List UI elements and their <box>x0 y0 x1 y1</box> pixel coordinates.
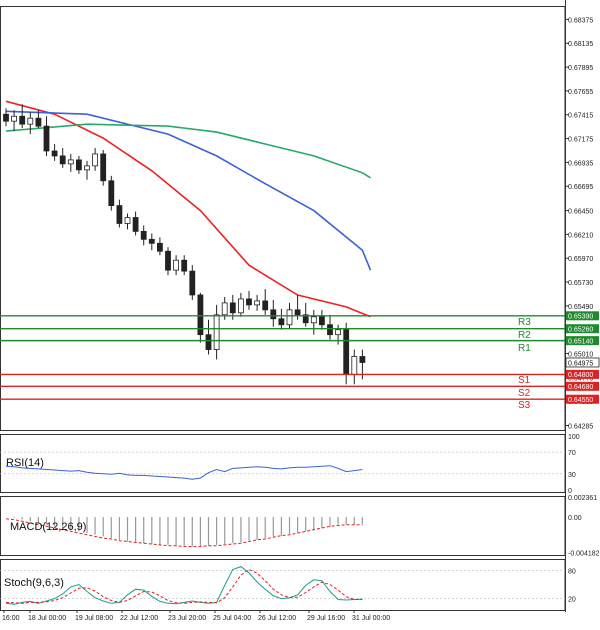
macd-label: MACD(12,26,9) <box>10 521 86 533</box>
rsi-pane-frame <box>0 434 566 493</box>
price-axis-tick-label: 0.67175 <box>568 137 593 144</box>
candle-bearish <box>116 205 123 224</box>
time-axis-tick-label: 19 Jul 08:00 <box>75 615 113 622</box>
price-axis-tick-label: 0.68375 <box>568 17 593 24</box>
level-name-s1: S1 <box>518 375 531 386</box>
level-price-label: 0.64550 <box>568 397 593 404</box>
price-axis-tick-label: 0.66210 <box>568 232 593 239</box>
current-price-label: 0.64975 <box>568 360 593 367</box>
level-price-label: 0.65140 <box>568 338 593 345</box>
candle-bearish <box>318 316 325 326</box>
candle-bearish <box>108 180 115 206</box>
candle-bullish <box>254 300 261 306</box>
candle-bullish <box>335 329 342 336</box>
stoch-pane-frame <box>0 559 566 611</box>
stoch-axis-tick-label: 80 <box>568 568 576 575</box>
candle-bullish <box>173 259 180 271</box>
rsi-axis-tick-label: 70 <box>568 450 576 457</box>
candle-bearish <box>229 302 236 314</box>
macd-axis-tick-label: 0.002361 <box>568 495 597 502</box>
price-axis-tick-label: 0.66695 <box>568 184 593 191</box>
candle-bearish <box>270 309 277 320</box>
level-name-s3: S3 <box>518 400 531 411</box>
candle-bullish <box>67 159 74 165</box>
candle-bearish <box>3 113 9 122</box>
price-axis-tick-label: 0.65730 <box>568 280 593 287</box>
level-name-r2: R2 <box>518 330 531 341</box>
time-axis-tick-label: 29 Jul 16:00 <box>307 615 345 622</box>
level-price-label: 0.64680 <box>568 384 593 391</box>
price-axis-tick-label: 0.65490 <box>568 304 593 311</box>
level-name-s2: S2 <box>518 388 531 399</box>
rsi-axis-tick-label: 100 <box>568 434 580 441</box>
candle-bullish <box>213 314 220 350</box>
candle-bullish <box>286 309 293 326</box>
candle-bearish <box>189 270 196 296</box>
candle-bearish <box>205 334 212 350</box>
candle-bearish <box>59 155 66 165</box>
stoch-label: Stoch(9,6,3) <box>4 577 64 589</box>
chart-canvas: 0.68375 0.68135 0.67895 0.67655 0.67415 0.671… <box>0 0 600 622</box>
rsi-label: RSI(14) <box>6 457 44 469</box>
level-name-r3: R3 <box>518 317 531 328</box>
candle-bearish <box>148 238 155 244</box>
macd-axis-tick-label: 0.00 <box>568 515 582 522</box>
candle-bearish <box>165 250 171 271</box>
candle-bullish <box>237 298 244 314</box>
level-price-label: 0.64800 <box>568 372 593 379</box>
time-axis-tick-label: 25 Jul 04:00 <box>213 615 251 622</box>
candle-bearish <box>278 318 285 326</box>
candle-bearish <box>359 356 366 363</box>
candle-bullish <box>84 165 90 171</box>
candle-bearish <box>343 329 350 375</box>
rsi-axis-tick-label: 0 <box>568 488 572 495</box>
candle-bearish <box>19 115 26 125</box>
stoch-axis-tick-label: 20 <box>568 597 576 604</box>
time-axis-tick-label: 18 Jul 00:00 <box>28 615 66 622</box>
price-axis-tick-label: 0.68135 <box>568 41 593 48</box>
level-price-label: 0.65390 <box>568 314 593 321</box>
rsi-axis-tick-label: 30 <box>568 472 576 479</box>
main-pane-frame <box>0 6 566 431</box>
candle-bullish <box>11 115 18 122</box>
time-axis: 16:00 18 Jul 00:00 19 Jul 08:00 22 Jul 12:0… <box>2 610 390 622</box>
price-axis-tick-label: 0.65010 <box>568 352 593 359</box>
price-axis-tick-label: 0.67655 <box>568 89 593 96</box>
candle-bearish <box>132 217 139 232</box>
price-axis-tick-label: 0.65970 <box>568 256 593 263</box>
time-axis-tick-label: 23 Jul 20:00 <box>168 615 206 622</box>
candle-bearish <box>140 231 147 240</box>
time-axis-tick-label: 16:00 <box>2 615 20 622</box>
price-axis-tick-label: 0.66450 <box>568 209 593 216</box>
time-axis-tick-label: 26 Jul 12:00 <box>258 615 296 622</box>
candle-bearish <box>35 117 42 127</box>
candle-bearish <box>43 125 50 152</box>
candle-bullish <box>221 302 228 316</box>
candle-bearish <box>51 150 58 157</box>
price-axis-tick-label: 0.64285 <box>568 424 593 431</box>
price-axis-tick-label: 0.67895 <box>568 65 593 72</box>
candle-bullish <box>124 217 131 224</box>
candle-bullish <box>27 117 34 125</box>
candle-bearish <box>294 309 301 316</box>
macd-axis-tick-label: -0.004182 <box>568 550 600 557</box>
candle-bullish <box>92 153 98 167</box>
time-axis-tick-label: 31 Jul 00:00 <box>352 615 390 622</box>
candle-bearish <box>100 153 107 182</box>
candle-bearish <box>76 159 82 171</box>
candle-bearish <box>246 298 252 306</box>
candle-bearish <box>156 242 163 252</box>
time-axis-tick-label: 22 Jul 12:00 <box>120 615 158 622</box>
price-axis-tick-label: 0.67415 <box>568 113 593 120</box>
level-price-label: 0.65260 <box>568 327 593 334</box>
candle-bullish <box>310 316 317 324</box>
candle-bearish <box>327 324 333 336</box>
candle-bullish <box>351 356 358 375</box>
price-axis-tick-label: 0.66935 <box>568 160 593 167</box>
chart-window: 0.68375 0.68135 0.67895 0.67655 0.67415 0.671… <box>0 0 600 625</box>
level-name-r1: R1 <box>518 343 531 354</box>
candle-bearish <box>262 300 269 311</box>
candle-bearish <box>181 259 188 272</box>
